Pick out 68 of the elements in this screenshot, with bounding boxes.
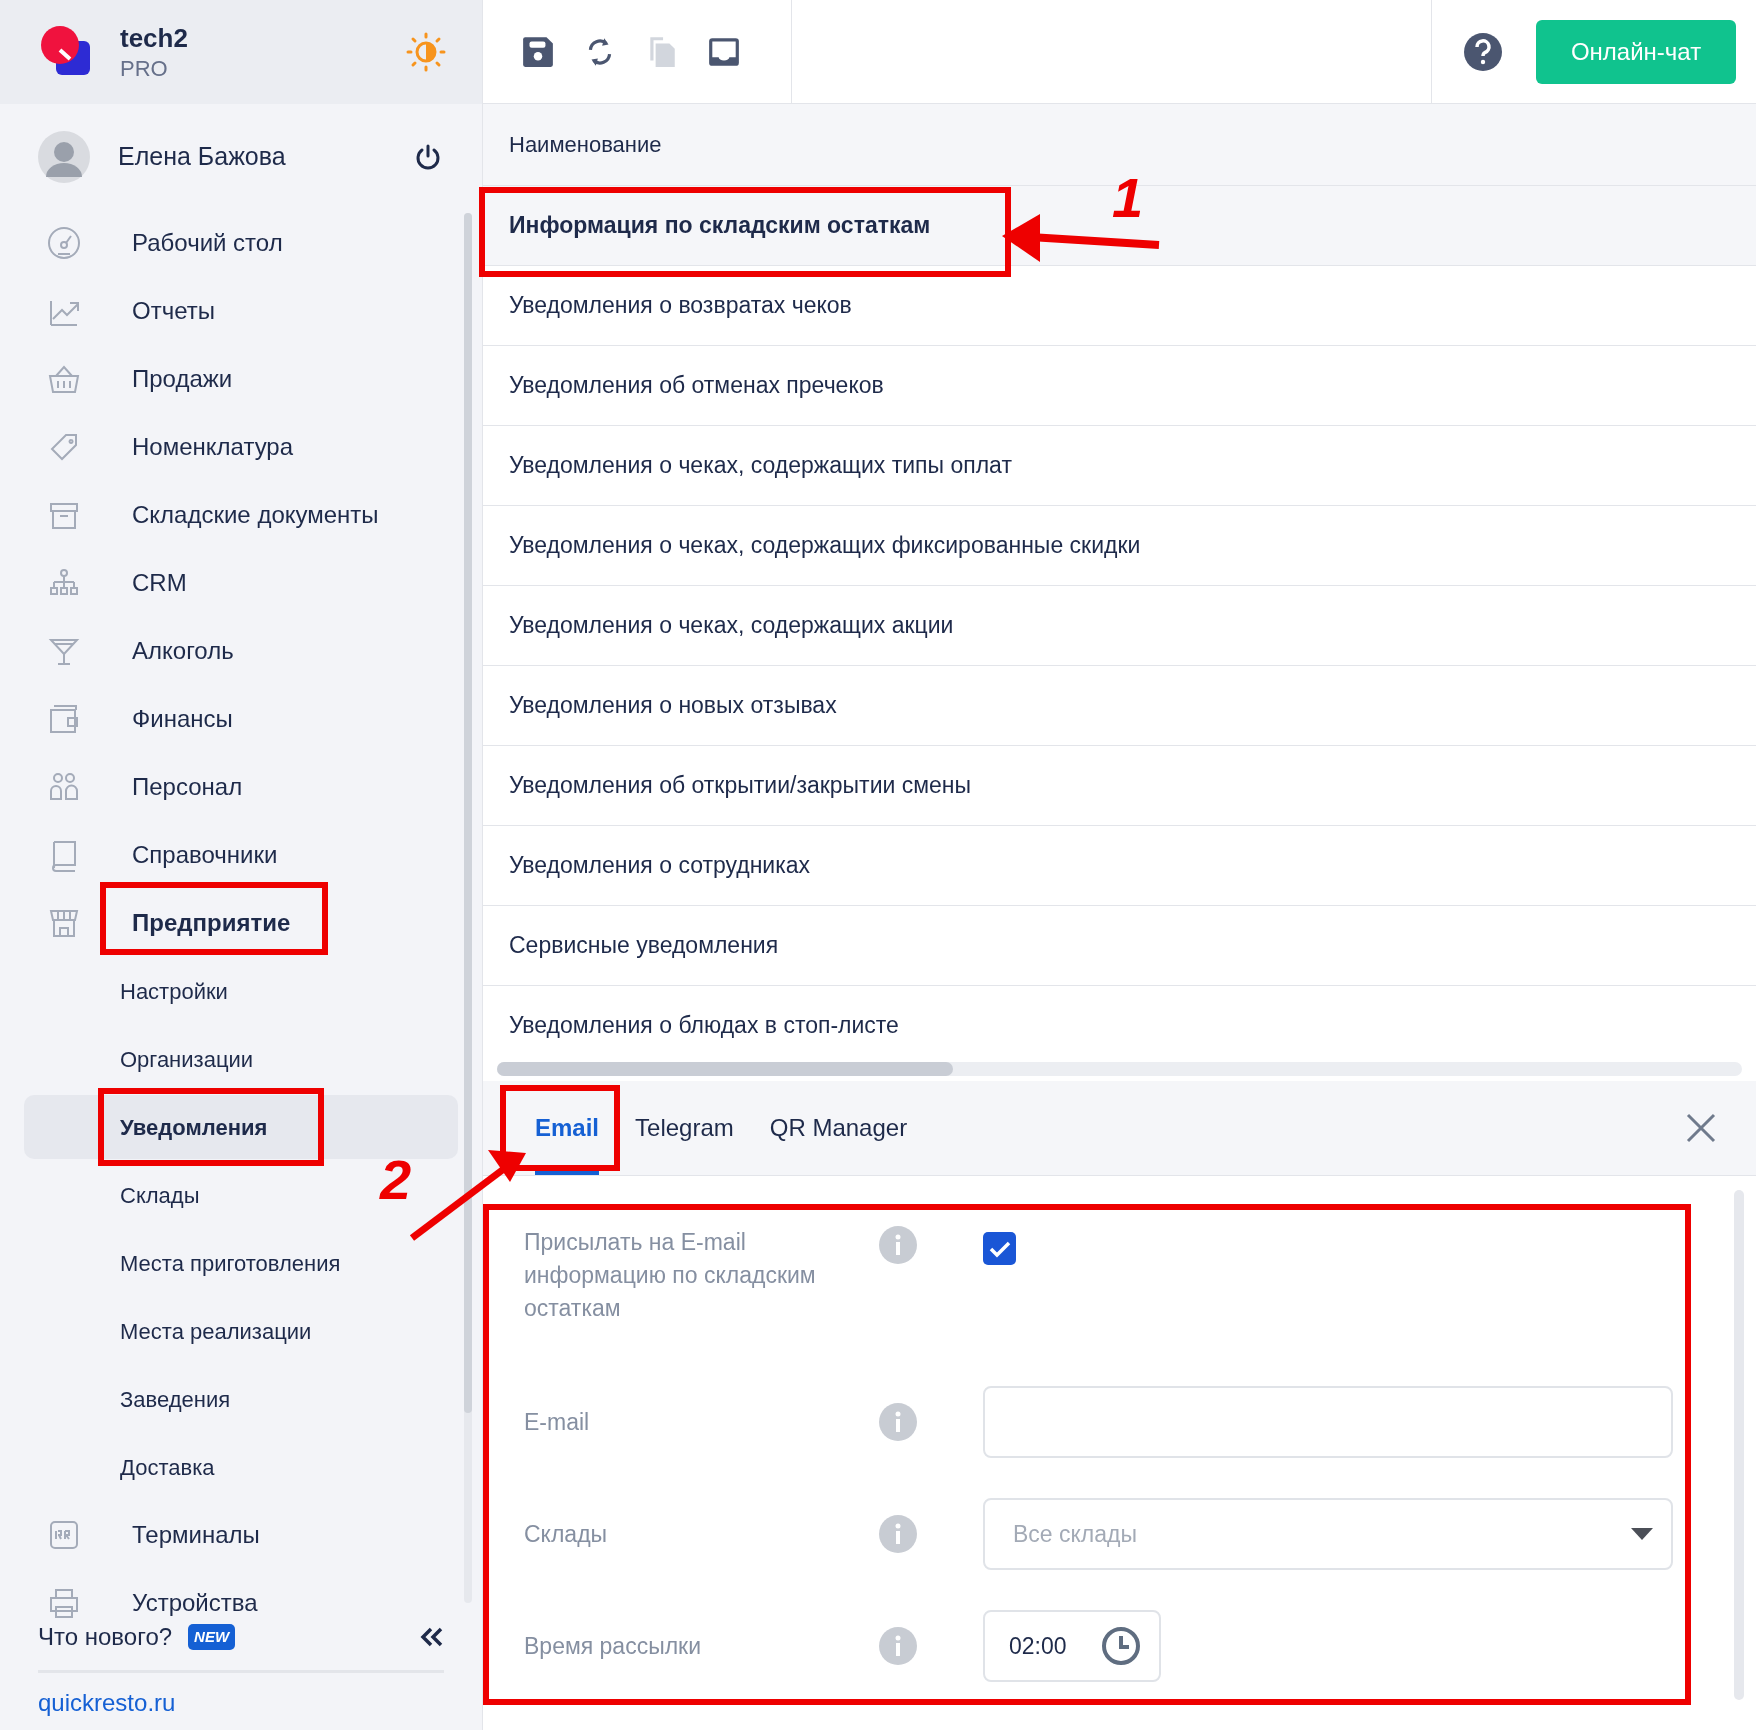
field-label: Склады xyxy=(524,1519,609,1549)
sidebar-item[interactable]: Рабочий стол xyxy=(130,225,285,261)
time-input[interactable]: 02:00 xyxy=(983,1610,1161,1682)
whats-new-link[interactable]: Что нового? xyxy=(38,1619,173,1655)
sidebar-item[interactable]: Справочники xyxy=(130,837,280,873)
table-row-name[interactable]: Уведомления о сотрудниках xyxy=(509,848,811,883)
sidebar-subitem[interactable]: Места приготовления xyxy=(120,1246,341,1280)
info-icon[interactable] xyxy=(879,1403,917,1441)
table-row-name[interactable]: Уведомления об отменах пречеков xyxy=(509,368,884,403)
new-badge: NEW xyxy=(188,1623,236,1651)
clock-icon[interactable] xyxy=(1101,1626,1141,1666)
power-icon[interactable] xyxy=(414,142,442,171)
field-label: E-mail xyxy=(524,1407,591,1437)
sidebar-subitem[interactable]: Склады xyxy=(120,1178,200,1212)
table-row-name[interactable]: Сервисные уведомления xyxy=(509,928,779,963)
account-name: tech2 xyxy=(120,22,188,55)
field-label: Присылать на E-mail информацию по складским остаткам xyxy=(524,1228,817,1323)
sidebar-item[interactable]: Терминалы xyxy=(130,1517,262,1553)
table-row-name[interactable]: Уведомления о чеках, содержащих типы оплат xyxy=(509,448,1012,483)
sidebar-item[interactable]: Складские документы xyxy=(130,497,381,533)
plan-label: PRO xyxy=(120,54,169,82)
sidebar-item[interactable]: Отчеты xyxy=(130,293,217,329)
sidebar-subitem[interactable]: Доставка xyxy=(120,1450,215,1484)
help-icon[interactable] xyxy=(1464,32,1502,71)
tab[interactable]: Telegram xyxy=(635,1081,734,1175)
theme-toggle-icon[interactable] xyxy=(406,32,446,72)
tab[interactable]: Email xyxy=(535,1081,600,1175)
scrollbar-thumb[interactable] xyxy=(497,1062,953,1076)
info-icon[interactable] xyxy=(879,1627,917,1665)
scrollbar-thumb[interactable] xyxy=(1734,1190,1744,1700)
info-icon[interactable] xyxy=(879,1515,917,1553)
close-icon[interactable] xyxy=(1686,1113,1716,1143)
table-row-name[interactable]: Уведомления о новых отзывах xyxy=(509,688,837,723)
info-icon[interactable] xyxy=(879,1226,917,1264)
annotation-number: 2 xyxy=(380,1152,412,1208)
sidebar-subitem[interactable]: Настройки xyxy=(120,974,228,1008)
sidebar-item[interactable]: Продажи xyxy=(130,361,235,397)
table-row-name[interactable]: Уведомления о возвратах чеков xyxy=(509,288,852,323)
annotation-number: 1 xyxy=(1112,170,1144,226)
sidebar-item[interactable]: Персонал xyxy=(130,769,245,805)
sidebar-subitem[interactable]: Места реализации xyxy=(120,1314,312,1348)
table-row-name[interactable]: Уведомления о чеках, содержащих фиксированные скидки xyxy=(509,528,1141,563)
tab[interactable]: QR Manager xyxy=(769,1081,908,1175)
sidebar-subitem[interactable]: Организации xyxy=(120,1042,254,1076)
email-input[interactable] xyxy=(983,1386,1673,1458)
table-row-name[interactable]: Уведомления об открытии/закрытии смены xyxy=(509,768,972,803)
gauge-icon xyxy=(46,225,82,261)
sidebar-item[interactable]: CRM xyxy=(130,565,189,601)
table-row-name[interactable]: Уведомления о блюдах в стоп-листе xyxy=(509,1008,899,1043)
website-link[interactable]: quickresto.ru xyxy=(38,1685,444,1721)
collapse-icon[interactable] xyxy=(420,1626,444,1648)
sidebar-item[interactable]: Устройства xyxy=(130,1585,260,1620)
sidebar-subitem[interactable]: Заведения xyxy=(120,1382,231,1416)
sidebar-item[interactable]: Алкоголь xyxy=(130,633,236,669)
dropdown-caret-icon xyxy=(1631,1528,1653,1540)
checkmark-icon xyxy=(988,1239,1011,1258)
sidebar-item[interactable]: Финансы xyxy=(130,701,235,737)
save-icon[interactable] xyxy=(521,34,555,69)
sidebar-item[interactable]: Номенклатура xyxy=(130,429,296,465)
table-row-name[interactable]: Информация по складским остаткам xyxy=(509,208,931,243)
sidebar-subitem[interactable]: Уведомления xyxy=(120,1110,268,1144)
column-header: Наименование xyxy=(509,131,662,159)
checkbox[interactable] xyxy=(983,1232,1016,1265)
user-name: Елена Бажова xyxy=(118,140,286,172)
field-label: Время рассылки xyxy=(524,1631,703,1661)
sidebar-item[interactable]: Предприятие xyxy=(130,905,293,941)
table-row-name[interactable]: Уведомления о чеках, содержащих акции xyxy=(509,608,954,643)
avatar-icon[interactable] xyxy=(38,130,90,183)
